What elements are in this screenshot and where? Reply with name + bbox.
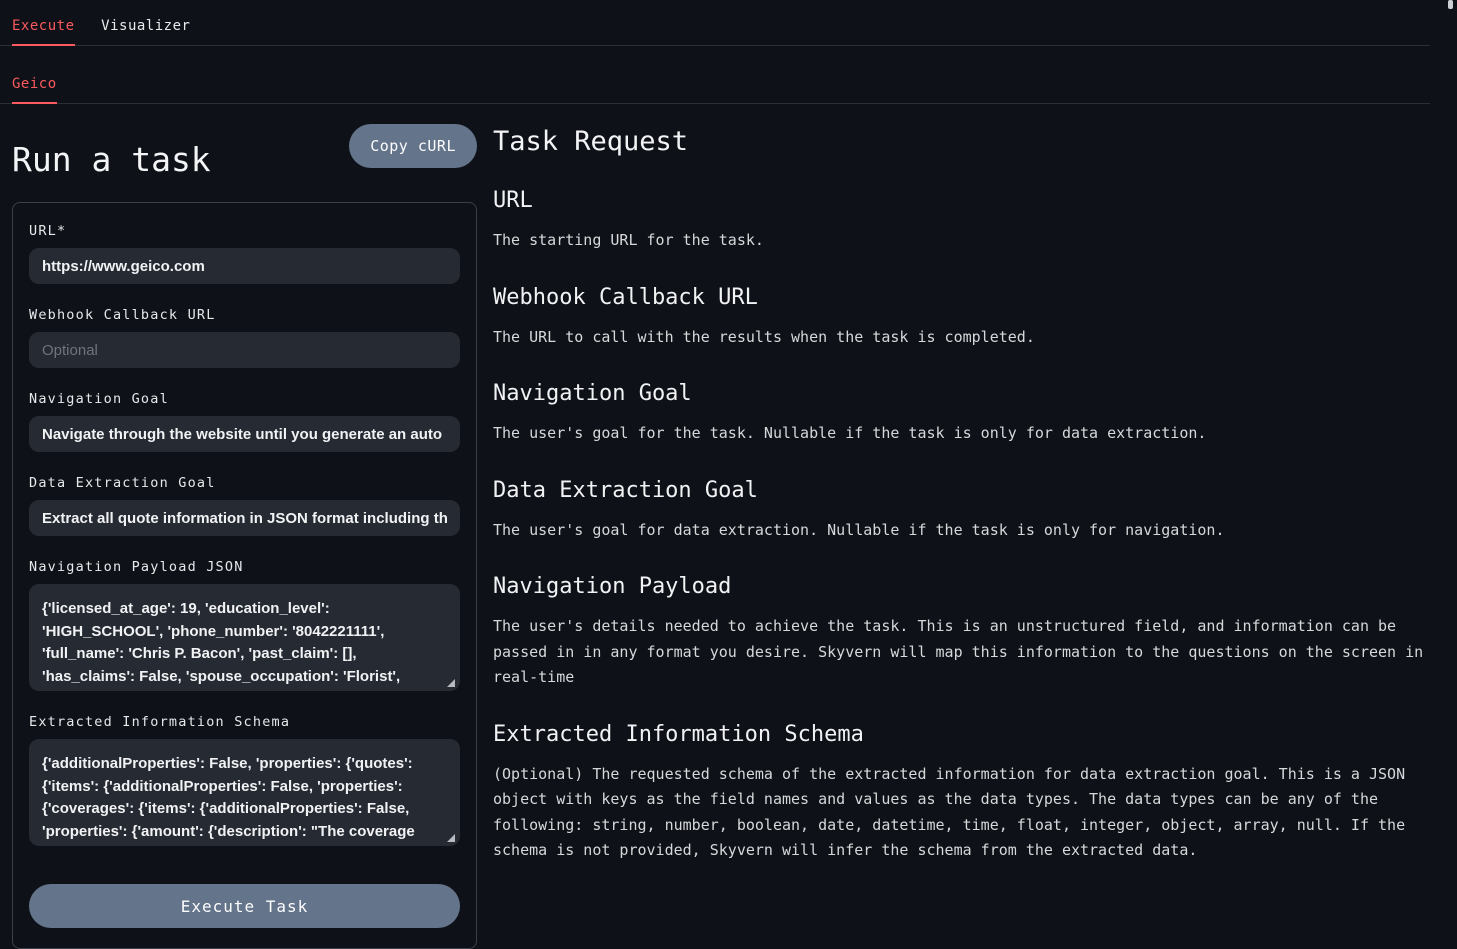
navigation-payload-wrap: {'licensed_at_age': 19, 'education_level… bbox=[29, 584, 460, 691]
task-request-title: Task Request bbox=[493, 126, 1438, 157]
secondary-tabbar: Geico bbox=[0, 46, 1430, 104]
section-webhook-heading: Webhook Callback URL bbox=[493, 285, 1438, 310]
tab-visualizer[interactable]: Visualizer bbox=[101, 18, 190, 45]
url-input[interactable] bbox=[29, 248, 460, 284]
section-extracted-schema-heading: Extracted Information Schema bbox=[493, 722, 1438, 747]
extracted-schema-field-group: Extracted Information Schema {'additiona… bbox=[29, 714, 460, 846]
section-extracted-schema-description: (Optional) The requested schema of the e… bbox=[493, 762, 1428, 864]
section-navigation-goal-description: The user's goal for the task. Nullable i… bbox=[493, 421, 1428, 447]
page-title: Run a task bbox=[12, 124, 211, 179]
section-navigation-payload-heading: Navigation Payload bbox=[493, 574, 1438, 599]
copy-curl-button[interactable]: Copy cURL bbox=[349, 124, 477, 168]
resize-handle-icon[interactable] bbox=[447, 834, 455, 842]
extracted-schema-label: Extracted Information Schema bbox=[29, 714, 460, 730]
resize-handle-icon[interactable] bbox=[447, 679, 455, 687]
navigation-goal-input[interactable] bbox=[29, 416, 460, 452]
tab-geico[interactable]: Geico bbox=[12, 76, 57, 103]
main-tabbar: Execute Visualizer bbox=[0, 0, 1430, 46]
task-form-card: URL* Webhook Callback URL Navigation Goa… bbox=[12, 202, 477, 949]
section-url-description: The starting URL for the task. bbox=[493, 228, 1428, 254]
navigation-goal-field-group: Navigation Goal bbox=[29, 391, 460, 452]
left-header: Run a task Copy cURL bbox=[12, 124, 477, 179]
url-label: URL* bbox=[29, 223, 460, 239]
task-request-docs-panel: Task Request URL The starting URL for th… bbox=[493, 104, 1438, 949]
extracted-schema-textarea[interactable]: {'additionalProperties': False, 'propert… bbox=[29, 739, 460, 846]
webhook-input[interactable] bbox=[29, 332, 460, 368]
url-field-group: URL* bbox=[29, 223, 460, 284]
tab-execute[interactable]: Execute bbox=[12, 18, 75, 45]
data-extraction-goal-label: Data Extraction Goal bbox=[29, 475, 460, 491]
navigation-payload-label: Navigation Payload JSON bbox=[29, 559, 460, 575]
navigation-payload-textarea[interactable]: {'licensed_at_age': 19, 'education_level… bbox=[29, 584, 460, 691]
webhook-field-group: Webhook Callback URL bbox=[29, 307, 460, 368]
task-form-panel: Run a task Copy cURL URL* Webhook Callba… bbox=[12, 104, 477, 949]
scrollbar[interactable] bbox=[1448, 0, 1453, 9]
section-data-extraction-goal-description: The user's goal for data extraction. Nul… bbox=[493, 518, 1428, 544]
execute-task-button[interactable]: Execute Task bbox=[29, 884, 460, 928]
navigation-goal-label: Navigation Goal bbox=[29, 391, 460, 407]
extracted-schema-wrap: {'additionalProperties': False, 'propert… bbox=[29, 739, 460, 846]
data-extraction-goal-input[interactable] bbox=[29, 500, 460, 536]
data-extraction-goal-field-group: Data Extraction Goal bbox=[29, 475, 460, 536]
webhook-label: Webhook Callback URL bbox=[29, 307, 460, 323]
section-navigation-goal-heading: Navigation Goal bbox=[493, 381, 1438, 406]
section-webhook-description: The URL to call with the results when th… bbox=[493, 325, 1428, 351]
section-navigation-payload-description: The user's details needed to achieve the… bbox=[493, 614, 1428, 691]
section-url-heading: URL bbox=[493, 188, 1438, 213]
section-data-extraction-goal-heading: Data Extraction Goal bbox=[493, 478, 1438, 503]
main-content: Run a task Copy cURL URL* Webhook Callba… bbox=[0, 104, 1457, 949]
navigation-payload-field-group: Navigation Payload JSON {'licensed_at_ag… bbox=[29, 559, 460, 691]
